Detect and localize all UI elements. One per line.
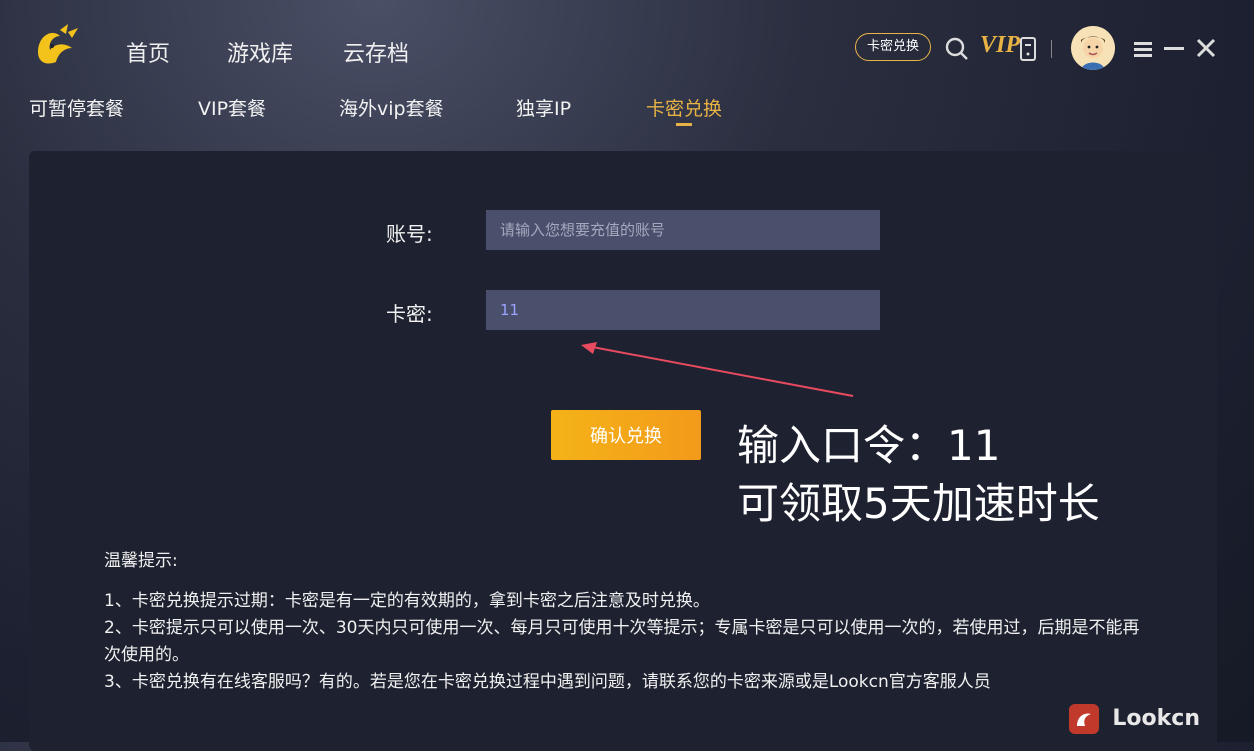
tab-overseas-vip-plan[interactable]: 海外vip套餐 xyxy=(339,94,444,121)
nav-home[interactable]: 首页 xyxy=(126,36,170,68)
search-icon[interactable] xyxy=(945,37,969,61)
tip-item-1: 1、卡密兑换提示过期：卡密是有一定的有效期的，拿到卡密之后注意及时兑换。 xyxy=(104,591,710,611)
annotation-arrow-icon xyxy=(581,342,854,397)
app-logo-icon xyxy=(38,24,78,64)
annotation-text-1: 输入口令：11 xyxy=(737,421,1001,470)
minimize-icon[interactable] xyxy=(1164,47,1184,51)
nav-cloud-save[interactable]: 云存档 xyxy=(343,36,409,68)
menu-icon[interactable] xyxy=(1133,40,1153,58)
watermark: Lookcn xyxy=(1068,704,1200,734)
annotation-text-2: 可领取5天加速时长 xyxy=(737,479,1100,528)
tip-item-2: 2、卡密提示只可以使用一次、30天内只可使用一次、每月只可使用十次等提示；专属卡… xyxy=(104,618,1140,665)
user-avatar[interactable] xyxy=(1071,26,1115,70)
tab-vip-plan[interactable]: VIP套餐 xyxy=(198,94,266,121)
phone-icon[interactable] xyxy=(1019,36,1037,62)
nav-game-library[interactable]: 游戏库 xyxy=(227,36,293,68)
watermark-text: Lookcn xyxy=(1112,706,1200,731)
code-label: 卡密: xyxy=(386,302,433,326)
account-input[interactable] xyxy=(486,210,880,250)
tab-dedicated-ip[interactable]: 独享IP xyxy=(516,94,571,121)
tip-item-3: 3、卡密兑换有在线客服吗？有的。若是您在卡密兑换过程中遇到问题，请联系您的卡密来… xyxy=(104,672,991,692)
tips-title: 温馨提示: xyxy=(104,551,178,571)
active-tab-indicator xyxy=(676,123,692,126)
avatar-icon xyxy=(1071,26,1115,70)
tab-redeem-code[interactable]: 卡密兑换 xyxy=(646,94,722,121)
close-icon[interactable] xyxy=(1196,38,1216,58)
account-label: 账号: xyxy=(386,222,433,246)
watermark-logo-icon xyxy=(1068,704,1099,734)
tab-pausable-plan[interactable]: 可暂停套餐 xyxy=(29,94,124,121)
header-divider xyxy=(1051,40,1052,58)
redeem-code-button[interactable]: 卡密兑换 xyxy=(855,33,931,61)
code-input[interactable] xyxy=(486,290,880,330)
vip-icon[interactable]: VIP xyxy=(980,32,1020,59)
confirm-redeem-button[interactable]: 确认兑换 xyxy=(551,410,701,460)
